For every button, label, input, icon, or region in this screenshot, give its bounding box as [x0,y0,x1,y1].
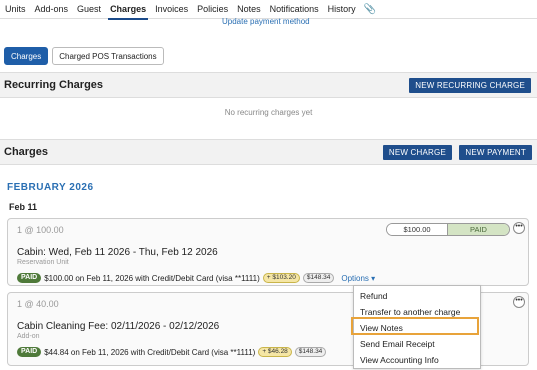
tab-notifications[interactable]: Notifications [270,0,319,19]
charge-card: 1 @ 100.00 $100.00 PAID ••• Cabin: Wed, … [7,218,529,286]
date-heading: Feb 11 [9,202,38,212]
charge-amount: $100.00 [387,224,447,235]
no-recurring-charges-text: No recurring charges yet [224,108,313,117]
charges-header: Charges NEW CHARGE NEW PAYMENT [0,139,537,165]
charge-status: PAID [447,224,509,235]
update-payment-method-link[interactable]: Update payment method [222,17,310,26]
charge-title: Cabin Cleaning Fee: 02/11/2026 - 02/12/2… [17,321,220,332]
plus-amount-chip: + $46.28 [258,347,292,357]
subtab-charged-pos[interactable]: Charged POS Transactions [52,47,164,65]
tab-charges[interactable]: Charges [108,0,149,20]
new-recurring-charge-button[interactable]: NEW RECURRING CHARGE [409,78,531,93]
tab-history[interactable]: History [328,0,356,19]
menu-item-send-email-receipt[interactable]: Send Email Receipt [360,339,435,349]
refund-amount-chip: $148.34 [294,347,327,357]
paid-badge: PAID [17,347,42,357]
tab-units[interactable]: Units [5,0,26,19]
payment-text: $100.00 on Feb 11, 2026 with Credit/Debi… [44,273,260,283]
payment-line: PAID $100.00 on Feb 11, 2026 with Credit… [17,273,375,283]
recurring-charges-header: Recurring Charges NEW RECURRING CHARGE [0,72,537,98]
more-options-icon[interactable]: ••• [513,296,525,308]
subtab-charges[interactable]: Charges [4,47,49,65]
payment-line: PAID $44.84 on Feb 11, 2026 with Credit/… [17,347,327,357]
month-heading: FEBRUARY 2026 [7,182,94,193]
tab-add-ons[interactable]: Add-ons [35,0,69,19]
tab-notes[interactable]: Notes [237,0,261,19]
new-payment-button[interactable]: NEW PAYMENT [459,145,532,160]
refund-amount-chip: $148.34 [302,273,335,283]
payment-text: $44.84 on Feb 11, 2026 with Credit/Debit… [44,347,256,357]
menu-item-refund[interactable]: Refund [360,291,387,301]
new-charge-button[interactable]: NEW CHARGE [382,145,452,160]
options-dropdown-toggle[interactable]: Options ▾ [341,274,375,283]
tab-guest[interactable]: Guest [77,0,101,19]
tab-invoices[interactable]: Invoices [155,0,188,19]
view-notes-highlight [351,317,479,335]
charge-subtitle: Add-on [17,333,40,340]
paperclip-icon[interactable]: 📎 [364,4,376,15]
menu-item-view-accounting-info[interactable]: View Accounting Info [360,355,439,365]
charges-subtabs: Charges Charged POS Transactions [4,47,164,65]
plus-amount-chip: + $103.20 [262,273,300,283]
charge-quantity: 1 @ 100.00 [17,225,64,235]
charges-title: Charges [4,146,49,158]
more-options-icon[interactable]: ••• [513,222,525,234]
tab-policies[interactable]: Policies [197,0,228,19]
menu-item-transfer[interactable]: Transfer to another charge [360,307,460,317]
charge-status-pill: $100.00 PAID [386,223,510,236]
charge-subtitle: Reservation Unit [17,259,69,266]
recurring-charges-title: Recurring Charges [4,79,104,91]
charge-quantity: 1 @ 40.00 [17,299,59,309]
paid-badge: PAID [17,273,42,283]
charge-title: Cabin: Wed, Feb 11 2026 - Thu, Feb 12 20… [17,247,218,258]
